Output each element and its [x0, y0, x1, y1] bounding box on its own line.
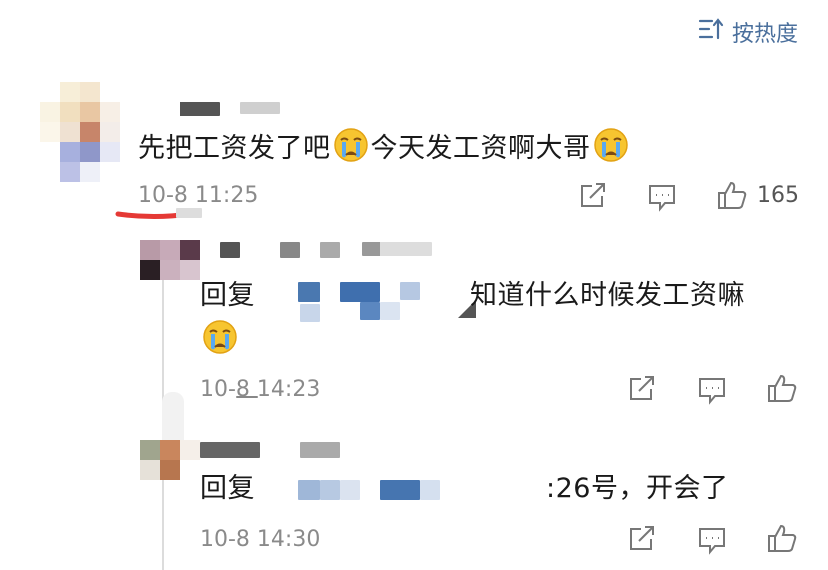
comment-icon[interactable]: [697, 525, 727, 555]
sort-icon: [698, 17, 724, 47]
reply-username-blurred: [280, 242, 300, 258]
reply-text: :26号，开会了: [546, 473, 729, 504]
like-count: 165: [757, 183, 799, 208]
share-icon[interactable]: [627, 525, 657, 553]
comment-text-part2: 今天发工资啊大哥: [370, 133, 591, 164]
mention-blurred: [340, 282, 380, 302]
reply-prefix: 回复: [200, 473, 255, 504]
comment-icon[interactable]: [647, 182, 677, 212]
mention-blurred: [420, 480, 440, 500]
reply-username-blurred[interactable]: [220, 242, 240, 258]
reply-username-blurred: [362, 242, 432, 256]
comment-time: 10-8 11:25: [138, 183, 259, 208]
mention-blurred: [300, 304, 320, 322]
reply-time: 10-8 14:30: [200, 527, 321, 552]
sort-by-hot-button[interactable]: 按热度: [698, 16, 798, 48]
comment-text-part1: 先把工资发了吧: [138, 133, 331, 164]
comment-icon[interactable]: [697, 375, 727, 405]
mention-blurred: [380, 480, 420, 500]
username-blurred[interactable]: [162, 102, 220, 116]
reply-avatar[interactable]: [140, 440, 200, 480]
blurred-fragment: [236, 396, 258, 398]
crying-emoji-icon: [332, 126, 370, 164]
crying-emoji-icon: [201, 318, 239, 356]
mention-blurred: [340, 480, 360, 500]
reply-time: 10-8 14:23: [200, 377, 321, 402]
mention-blurred: [360, 302, 380, 320]
user-badge-blurred: [240, 102, 280, 114]
reply-username-blurred: [320, 242, 340, 258]
sort-label: 按热度: [731, 22, 798, 47]
share-icon[interactable]: [578, 182, 608, 210]
reply-username-blurred[interactable]: [200, 442, 260, 458]
mention-blurred: [320, 480, 340, 500]
reply-text: 知道什么时候发工资嘛: [470, 280, 745, 311]
comment-text: 先把工资发了吧 今天发工资啊大哥: [138, 126, 631, 167]
mention-blurred[interactable]: [298, 480, 320, 500]
reply-prefix: 回复: [200, 280, 255, 311]
like-icon[interactable]: [766, 373, 798, 403]
crying-emoji-icon: [592, 126, 630, 164]
share-icon[interactable]: [627, 375, 657, 403]
reply-avatar[interactable]: [140, 240, 200, 280]
mention-blurred[interactable]: [298, 282, 320, 302]
like-icon[interactable]: [716, 180, 748, 210]
avatar[interactable]: [40, 82, 120, 182]
blurred-fragment: [176, 208, 202, 218]
reply-username-blurred: [300, 442, 340, 458]
mention-blurred: [380, 302, 400, 320]
mention-blurred: [400, 282, 420, 300]
like-icon[interactable]: [766, 523, 798, 553]
